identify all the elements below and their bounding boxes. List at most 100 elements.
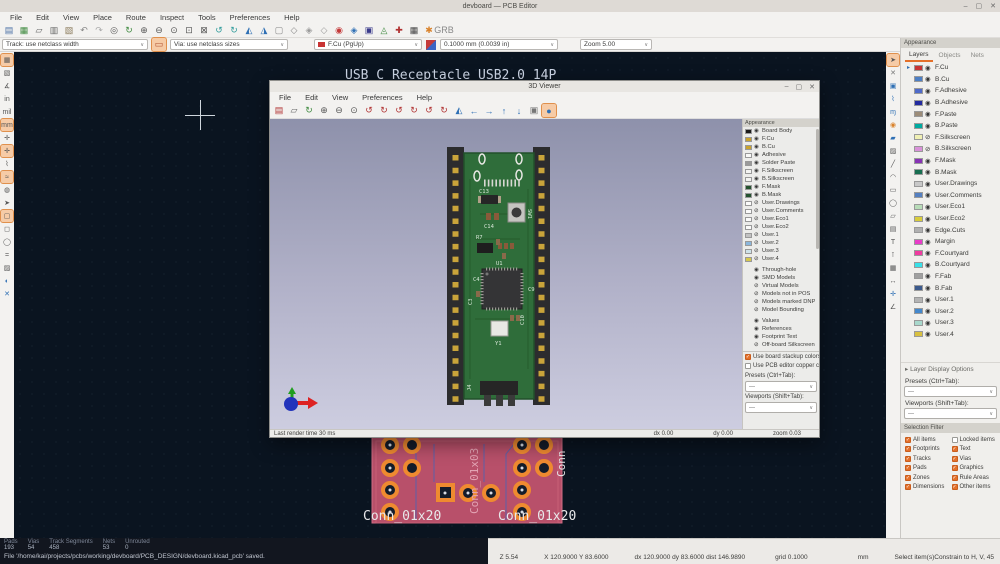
checkbox[interactable] bbox=[952, 475, 958, 481]
layer-row[interactable]: ▸ ◉ F.Cu bbox=[901, 62, 1000, 74]
visibility-eye-icon[interactable]: ◉ bbox=[925, 75, 933, 83]
layer-row[interactable]: ◉ User.2 bbox=[901, 305, 1000, 317]
filter-checkbox-row[interactable]: All items bbox=[905, 435, 952, 444]
visibility-eye-icon[interactable]: ◉ bbox=[754, 168, 760, 174]
layer-row[interactable]: ◉ User.4 bbox=[901, 329, 1000, 341]
toolbar-icon[interactable]: → bbox=[482, 104, 496, 117]
close-icon[interactable]: ✕ bbox=[809, 83, 815, 91]
toolbar-icon[interactable]: ◠ bbox=[887, 171, 899, 183]
visibility-eye-icon[interactable]: ◉ bbox=[925, 296, 933, 304]
toolbar-icon[interactable]: ◇ bbox=[287, 24, 301, 37]
model-row[interactable]: ◉ Through-hole bbox=[743, 266, 819, 274]
toolbar-icon[interactable]: ↺ bbox=[392, 104, 406, 117]
visibility-eye-icon[interactable]: ⊘ bbox=[754, 342, 760, 348]
toolbar-icon[interactable]: ➤ bbox=[887, 54, 899, 66]
visibility-eye-icon[interactable]: ◉ bbox=[754, 144, 760, 150]
visibility-eye-icon[interactable]: ◉ bbox=[925, 238, 933, 246]
layer-row[interactable]: ◉ B.Fab bbox=[901, 282, 1000, 294]
filter-checkbox-row[interactable]: Other items bbox=[952, 483, 999, 492]
toolbar-icon[interactable]: ◍ bbox=[1, 184, 13, 196]
checkbox-row[interactable]: Use PCB editor copper colo bbox=[743, 361, 819, 370]
visibility-eye-icon[interactable]: ⊘ bbox=[754, 299, 760, 305]
toolbar-icon[interactable]: ╱ bbox=[887, 158, 899, 170]
layer-row[interactable]: ◉ User.Comments bbox=[901, 190, 1000, 202]
menu-item[interactable]: Edit bbox=[298, 93, 325, 102]
toolbar-icon[interactable]: ✛ bbox=[1, 145, 13, 157]
toolbar-icon[interactable]: ▱ bbox=[32, 24, 46, 37]
toolbar-icon[interactable]: ▧ bbox=[1, 67, 13, 79]
toolbar-icon[interactable]: ↑ bbox=[497, 104, 511, 117]
toolbar-icon[interactable]: ▢ bbox=[1, 210, 13, 222]
layer-row[interactable]: ⊘ User.Eco1 bbox=[743, 215, 819, 223]
toolbar-icon[interactable]: ↻ bbox=[377, 104, 391, 117]
toolbar-icon[interactable]: ▢ bbox=[272, 24, 286, 37]
visibility-eye-icon[interactable]: ◉ bbox=[925, 203, 933, 211]
menu-item[interactable]: Tools bbox=[191, 13, 223, 22]
toolbar-icon[interactable]: ✚ bbox=[392, 24, 406, 37]
via-size-select[interactable]: Via: use netclass sizes∨ bbox=[170, 39, 288, 50]
toolbar-icon[interactable]: ◉ bbox=[332, 24, 346, 37]
toolbar-icon[interactable]: ▣ bbox=[887, 80, 899, 92]
filter-checkbox-row[interactable]: Vias bbox=[952, 454, 999, 463]
visibility-eye-icon[interactable]: ◉ bbox=[925, 87, 933, 95]
toolbar-icon[interactable]: ◈ bbox=[302, 24, 316, 37]
layer-row[interactable]: ⊘ User.2 bbox=[743, 239, 819, 247]
menu-item[interactable]: Place bbox=[86, 13, 119, 22]
layer-row[interactable]: ◉ F.Courtyard bbox=[901, 248, 1000, 260]
filter-checkbox-row[interactable]: Pads bbox=[905, 464, 952, 473]
visibility-eye-icon[interactable]: ◉ bbox=[925, 157, 933, 165]
model-row[interactable]: ◉ SMD Models bbox=[743, 274, 819, 282]
toolbar-icon[interactable]: ▨ bbox=[887, 145, 899, 157]
toolbar-icon[interactable]: ✕ bbox=[887, 67, 899, 79]
visibility-eye-icon[interactable]: ⊘ bbox=[754, 224, 760, 230]
toolbar-icon[interactable]: ◇ bbox=[317, 24, 331, 37]
toolbar-icon[interactable]: ◮ bbox=[257, 24, 271, 37]
toolbar-icon[interactable]: ▤ bbox=[272, 104, 286, 117]
toolbar-icon[interactable]: ◻ bbox=[1, 223, 13, 235]
toolbar-icon[interactable]: ◯ bbox=[887, 197, 899, 209]
window-titlebar[interactable]: devboard — PCB Editor – ▢ ✕ bbox=[0, 0, 1000, 12]
layer-row[interactable]: ◉ User.3 bbox=[901, 317, 1000, 329]
layer-row[interactable]: ⊘ F.Silkscreen bbox=[901, 132, 1000, 144]
toolbar-icon[interactable]: ɱ bbox=[887, 106, 899, 118]
layer-row[interactable]: ◉ B.Cu bbox=[901, 74, 1000, 86]
toolbar-icon[interactable]: ▦ bbox=[887, 262, 899, 274]
filter-checkbox-row[interactable]: Text bbox=[952, 445, 999, 454]
visibility-eye-icon[interactable]: ◉ bbox=[925, 168, 933, 176]
toolbar-icon[interactable]: ▤ bbox=[2, 24, 16, 37]
toolbar-icon[interactable]: in bbox=[1, 93, 13, 105]
visibility-eye-icon[interactable]: ◉ bbox=[754, 136, 760, 142]
filter-checkbox-row[interactable]: Graphics bbox=[952, 464, 999, 473]
layer-row[interactable]: ◉ Solder Paste bbox=[743, 159, 819, 167]
toolbar-icon[interactable]: ⊖ bbox=[332, 104, 346, 117]
layer-row[interactable]: ◉ User.Drawings bbox=[901, 178, 1000, 190]
presets-select[interactable]: --- ∨ bbox=[745, 381, 817, 392]
minimize-icon[interactable]: – bbox=[785, 83, 789, 91]
layer-row[interactable]: ⊘ User.4 bbox=[743, 255, 819, 263]
toolbar-icon[interactable]: ▭ bbox=[887, 184, 899, 196]
text-row[interactable]: ◉ References bbox=[743, 325, 819, 333]
toolbar-icon[interactable]: ↔ bbox=[887, 275, 899, 287]
visibility-eye-icon[interactable]: ⊘ bbox=[754, 216, 760, 222]
checkbox[interactable] bbox=[952, 465, 958, 471]
visibility-eye-icon[interactable]: ⊘ bbox=[754, 232, 760, 238]
checkbox[interactable] bbox=[952, 456, 958, 462]
layer-row[interactable]: ◉ B.Mask bbox=[743, 191, 819, 199]
viewports-select[interactable]: --- ∨ bbox=[745, 402, 817, 413]
toolbar-icon[interactable]: mil bbox=[1, 106, 13, 118]
visibility-eye-icon[interactable]: ◉ bbox=[925, 122, 933, 130]
visibility-eye-icon[interactable]: ◉ bbox=[754, 160, 760, 166]
menu-item[interactable]: Help bbox=[277, 13, 306, 22]
layer-row[interactable]: ◉ B.Cu bbox=[743, 143, 819, 151]
toolbar-icon[interactable]: ↓ bbox=[512, 104, 526, 117]
toolbar-icon[interactable]: ⌇ bbox=[887, 93, 899, 105]
layer-row[interactable]: ◉ B.Mask bbox=[901, 166, 1000, 178]
toolbar-icon[interactable]: ◎ bbox=[107, 24, 121, 37]
filter-checkbox-row[interactable]: Zones bbox=[905, 473, 952, 482]
toolbar-icon[interactable]: ▦ bbox=[17, 24, 31, 37]
visibility-eye-icon[interactable]: ⊘ bbox=[754, 256, 760, 262]
toolbar-icon[interactable]: ▦ bbox=[407, 24, 421, 37]
visibility-eye-icon[interactable]: ◉ bbox=[754, 192, 760, 198]
visibility-eye-icon[interactable]: ◉ bbox=[925, 64, 933, 72]
toolbar-icon[interactable]: ◬ bbox=[377, 24, 391, 37]
